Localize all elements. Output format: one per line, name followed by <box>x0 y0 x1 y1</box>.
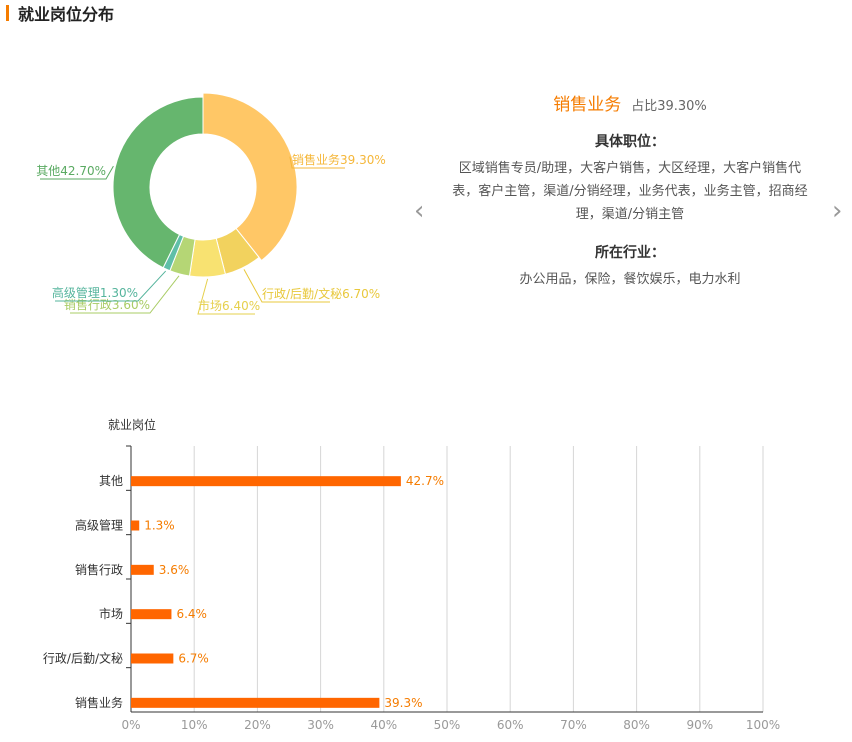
positions-heading: 具体职位： <box>595 134 665 150</box>
donut-slice-label: 其他42.70% <box>36 164 106 178</box>
category-label: 行政/后勤/文秘 <box>43 651 123 666</box>
detail-percent: 占比39.30% <box>631 99 707 114</box>
chevron-left-icon[interactable]: ‹ <box>414 198 424 224</box>
bar-value-label: 6.7% <box>178 652 209 666</box>
chevron-right-icon[interactable]: › <box>832 198 842 224</box>
donut-slice-label: 高级管理1.30% <box>52 285 138 300</box>
x-tick-label: 80% <box>623 718 650 732</box>
industry-list: 办公用品，保险，餐饮娱乐，电力水利 <box>519 272 741 287</box>
bar-value-label: 1.3% <box>144 519 175 533</box>
category-label: 销售业务 <box>75 695 123 710</box>
bar-value-label: 6.4% <box>176 607 207 621</box>
bar[interactable] <box>131 653 174 664</box>
bar[interactable] <box>131 564 154 575</box>
x-tick-label: 10% <box>181 718 208 732</box>
category-label: 市场 <box>99 606 123 621</box>
x-tick-label: 90% <box>686 718 713 732</box>
category-label: 高级管理 <box>75 518 123 533</box>
x-tick-label: 40% <box>370 718 397 732</box>
positions-list: 区域销售专员/助理，大客户销售，大区经理，大客户销售代表，客户主管，渠道/分销经… <box>452 161 808 222</box>
x-tick-label: 70% <box>560 718 587 732</box>
donut-slice-label: 市场6.40% <box>198 298 260 313</box>
bar[interactable] <box>131 520 140 531</box>
bar-value-label: 39.3% <box>384 696 422 710</box>
bar-chart: 就业岗位 0% 10% 20% 30% 40% 50% 60% 70% 80% 90% 100% 其他 4… <box>43 417 780 732</box>
x-tick-label: 30% <box>307 718 334 732</box>
x-tick-label: 100% <box>746 718 780 732</box>
detail-panel: 销售业务 占比39.30% 具体职位： 区域销售专员/助理，大客户销售，大区经理，… <box>440 90 820 291</box>
bar[interactable] <box>131 697 380 708</box>
detail-title: 销售业务 <box>553 95 622 115</box>
donut-slice-label: 销售业务39.30% <box>292 152 386 167</box>
accent-bar <box>6 5 9 21</box>
y-axis-title: 就业岗位 <box>108 417 156 432</box>
x-tick-label: 50% <box>434 718 461 732</box>
donut-chart: 销售业务39.30%行政/后勤/文秘6.70%市场6.40%销售行政3.60%高… <box>36 92 386 315</box>
donut-slice-label: 行政/后勤/文秘6.70% <box>262 286 380 301</box>
bar-value-label: 3.6% <box>159 563 190 577</box>
category-label: 其他 <box>99 474 123 488</box>
donut-slice[interactable] <box>202 92 298 262</box>
section-header: 就业岗位分布 <box>6 2 114 24</box>
bar-value-label: 42.7% <box>406 474 444 488</box>
bar[interactable] <box>131 476 401 487</box>
x-tick-label: 20% <box>244 718 271 732</box>
bar[interactable] <box>131 609 172 620</box>
section-title: 就业岗位分布 <box>18 5 115 24</box>
x-tick-label: 0% <box>121 718 140 732</box>
industry-heading: 所在行业： <box>595 245 665 261</box>
x-tick-label: 60% <box>497 718 524 732</box>
category-label: 销售行政 <box>75 562 123 577</box>
